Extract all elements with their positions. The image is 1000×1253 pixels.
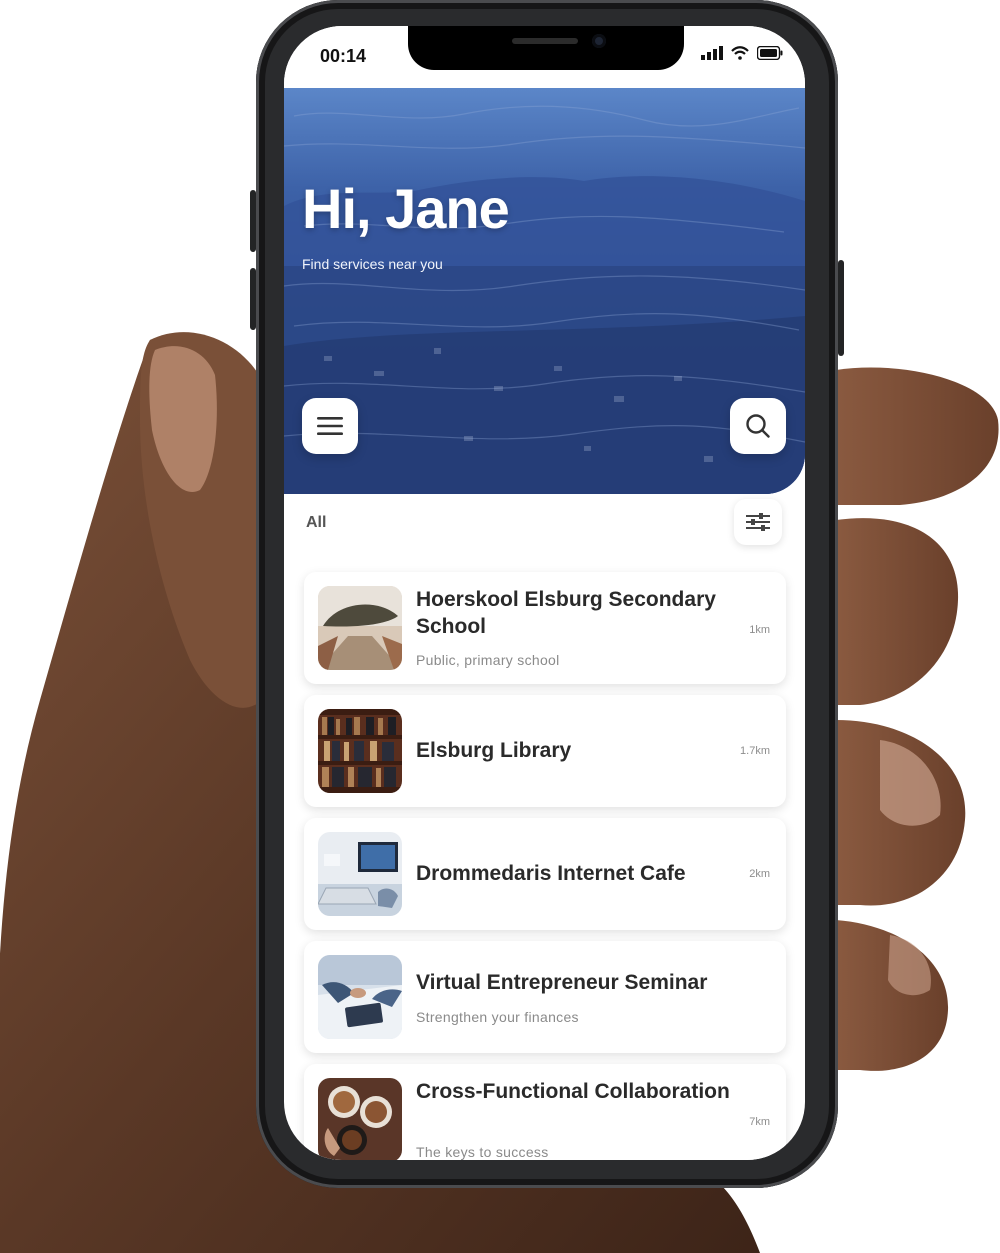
cellular-signal-icon xyxy=(701,46,723,60)
service-title: Virtual Entrepreneur Seminar xyxy=(416,971,708,994)
service-distance: 1.7km xyxy=(740,745,770,757)
service-thumbnail xyxy=(318,955,402,1039)
volume-button xyxy=(250,190,256,252)
coffee-cups-image xyxy=(318,1078,402,1160)
service-distance: 1km xyxy=(749,624,770,636)
camera-notch xyxy=(408,26,684,70)
service-subtitle: Public, primary school xyxy=(416,652,560,668)
power-button xyxy=(838,260,844,356)
phone-frame: 00:14 Hi, Jane Find services near you Al… xyxy=(250,0,844,1188)
greeting-subtitle: Find services near you xyxy=(302,256,443,272)
hamburger-menu-icon xyxy=(317,417,343,435)
service-distance: 7km xyxy=(749,1116,770,1128)
phone-screen: 00:14 Hi, Jane Find services near you Al… xyxy=(284,26,805,1160)
service-title: Elsburg Library xyxy=(416,739,572,762)
service-thumbnail xyxy=(318,586,402,670)
service-subtitle: The keys to success xyxy=(416,1144,549,1160)
filter-settings-button[interactable] xyxy=(734,499,782,545)
service-title: Drommedaris Internet Cafe xyxy=(416,862,686,885)
list-item[interactable]: Hoerskool Elsburg Secondary School 1km P… xyxy=(304,572,786,684)
search-button[interactable] xyxy=(730,398,786,454)
front-camera xyxy=(592,34,606,48)
speaker-grille xyxy=(512,38,578,44)
mockup-stage: 00:14 Hi, Jane Find services near you Al… xyxy=(0,0,1000,1253)
service-subtitle: Strengthen your finances xyxy=(416,1009,579,1025)
status-icons xyxy=(701,46,783,60)
service-thumbnail xyxy=(318,832,402,916)
service-title: Cross-Functional Collaboration xyxy=(416,1080,730,1103)
service-thumbnail xyxy=(318,1078,402,1160)
volume-button xyxy=(250,268,256,330)
hero-header: Hi, Jane Find services near you xyxy=(284,86,805,494)
meeting-image xyxy=(318,955,402,1039)
list-item[interactable]: Elsburg Library 1.7km xyxy=(304,695,786,807)
list-item[interactable]: Drommedaris Internet Cafe 2km xyxy=(304,818,786,930)
bookshelf-image xyxy=(318,709,402,793)
service-distance: 2km xyxy=(749,868,770,880)
service-title: Hoerskool Elsburg Secondary School xyxy=(416,588,716,638)
sliders-filter-icon xyxy=(746,513,770,531)
school-path-image xyxy=(318,586,402,670)
list-item[interactable]: Cross-Functional Collaboration 7km The k… xyxy=(304,1064,786,1160)
wifi-icon xyxy=(731,46,749,60)
filter-all-label[interactable]: All xyxy=(306,514,326,532)
menu-button[interactable] xyxy=(302,398,358,454)
laptop-desk-image xyxy=(318,832,402,916)
list-item[interactable]: Virtual Entrepreneur Seminar Strengthen … xyxy=(304,941,786,1053)
status-time: 00:14 xyxy=(320,46,367,66)
greeting-title: Hi, Jane xyxy=(302,177,510,240)
table-mountain-background-image xyxy=(284,105,805,494)
search-icon xyxy=(746,414,770,438)
service-thumbnail xyxy=(318,709,402,793)
battery-icon xyxy=(757,46,783,60)
